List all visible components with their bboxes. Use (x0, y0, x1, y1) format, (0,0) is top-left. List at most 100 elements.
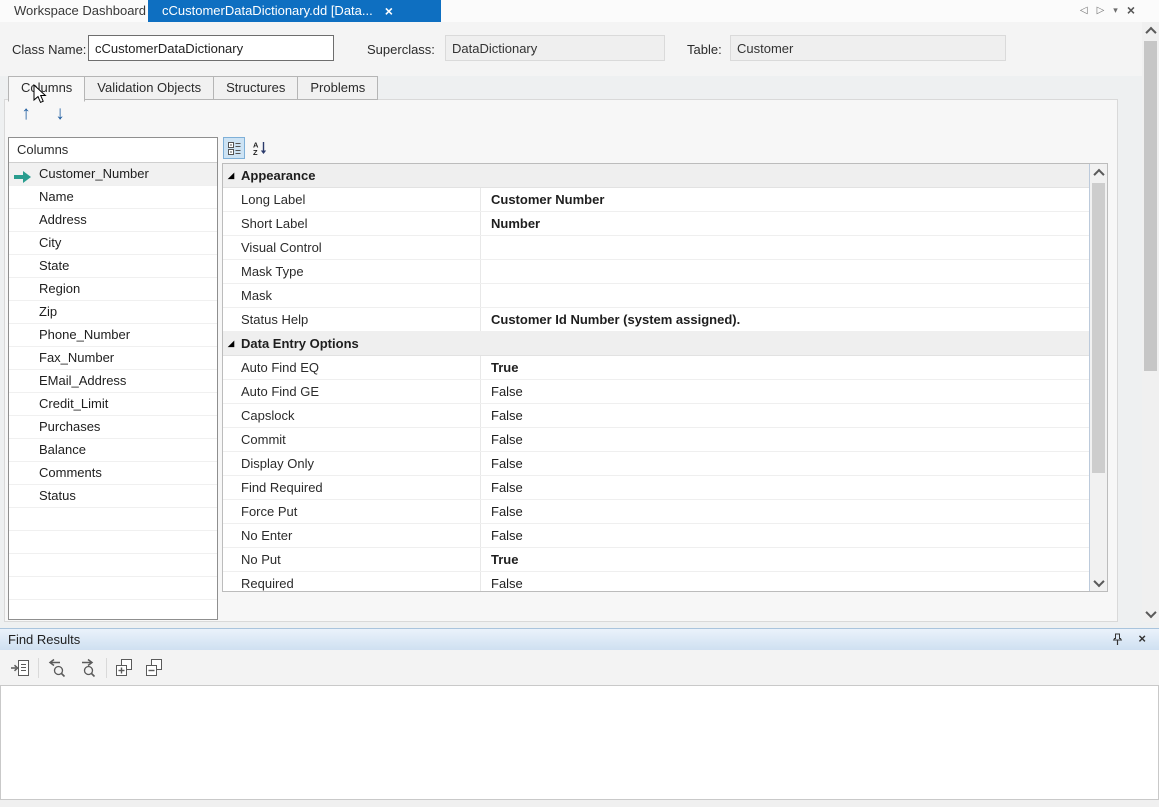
collapse-all-button[interactable] (142, 656, 166, 680)
property-value-mask-type[interactable] (481, 260, 1090, 283)
column-item-fax_number[interactable]: Fax_Number (9, 347, 217, 370)
property-label: No Put (223, 548, 481, 571)
property-row-commit[interactable]: CommitFalse (223, 428, 1090, 452)
scrollbar-thumb[interactable] (1092, 183, 1105, 473)
property-value-auto-find-eq[interactable]: True (481, 356, 1090, 379)
column-item-comments[interactable]: Comments (9, 462, 217, 485)
property-value-capslock[interactable]: False (481, 404, 1090, 427)
scroll-down-icon[interactable] (1090, 574, 1107, 591)
property-value-find-required[interactable]: False (481, 476, 1090, 499)
category-collapse-icon[interactable]: ◢ (228, 171, 240, 180)
property-row-no-put[interactable]: No PutTrue (223, 548, 1090, 572)
property-row-required[interactable]: RequiredFalse (223, 572, 1090, 592)
property-value-mask[interactable] (481, 284, 1090, 307)
categorized-view-button[interactable] (223, 137, 245, 159)
main-scroll-up-icon[interactable] (1142, 22, 1159, 39)
property-value-required[interactable]: False (481, 572, 1090, 592)
category-data-entry-options[interactable]: ◢Data Entry Options (223, 332, 1090, 356)
property-label: Display Only (223, 452, 481, 475)
property-label: Commit (223, 428, 481, 451)
property-value-long-label[interactable]: Customer Number (481, 188, 1090, 211)
property-row-find-required[interactable]: Find RequiredFalse (223, 476, 1090, 500)
column-item-credit_limit[interactable]: Credit_Limit (9, 393, 217, 416)
document-tab-bar: Workspace Dashboard cCustomerDataDiction… (0, 0, 1159, 22)
property-row-long-label[interactable]: Long LabelCustomer Number (223, 188, 1090, 212)
property-label: Find Required (223, 476, 481, 499)
column-item-label: Zip (39, 304, 57, 319)
expand-all-icon (113, 657, 135, 679)
tab-validation-objects[interactable]: Validation Objects (84, 76, 214, 100)
category-appearance[interactable]: ◢Appearance (223, 164, 1090, 188)
column-item-city[interactable]: City (9, 232, 217, 255)
column-item-name[interactable]: Name (9, 186, 217, 209)
property-row-capslock[interactable]: CapslockFalse (223, 404, 1090, 428)
tab-structures[interactable]: Structures (213, 76, 298, 100)
nav-back-icon[interactable]: ◁ (1080, 5, 1088, 16)
document-close-icon[interactable]: × (1127, 2, 1135, 18)
collapse-all-icon (143, 657, 165, 679)
column-item-zip[interactable]: Zip (9, 301, 217, 324)
property-value-auto-find-ge[interactable]: False (481, 380, 1090, 403)
property-grid-scrollbar[interactable] (1089, 164, 1107, 591)
main-scrollbar[interactable] (1142, 22, 1159, 622)
column-item-address[interactable]: Address (9, 209, 217, 232)
column-item-customer_number[interactable]: Customer_Number (9, 163, 217, 186)
previous-result-button[interactable] (44, 656, 68, 680)
nav-forward-icon[interactable]: ▷ (1097, 5, 1105, 16)
property-row-auto-find-ge[interactable]: Auto Find GEFalse (223, 380, 1090, 404)
pin-icon[interactable] (1112, 633, 1123, 649)
column-empty-row[interactable] (9, 577, 217, 600)
tab-list-dropdown-icon[interactable]: ▾ (1113, 5, 1118, 16)
goto-source-button[interactable] (8, 656, 32, 680)
property-row-short-label[interactable]: Short LabelNumber (223, 212, 1090, 236)
column-empty-row[interactable] (9, 531, 217, 554)
column-item-phone_number[interactable]: Phone_Number (9, 324, 217, 347)
goto-source-icon (10, 658, 31, 679)
property-row-display-only[interactable]: Display OnlyFalse (223, 452, 1090, 476)
column-item-region[interactable]: Region (9, 278, 217, 301)
column-empty-row[interactable] (9, 554, 217, 577)
property-row-visual-control[interactable]: Visual Control (223, 236, 1090, 260)
property-value-commit[interactable]: False (481, 428, 1090, 451)
find-results-close-icon[interactable]: × (1138, 631, 1146, 646)
property-label: Auto Find GE (223, 380, 481, 403)
property-value-no-enter[interactable]: False (481, 524, 1090, 547)
property-row-status-help[interactable]: Status HelpCustomer Id Number (system as… (223, 308, 1090, 332)
property-value-visual-control[interactable] (481, 236, 1090, 259)
superclass-label: Superclass: (367, 42, 435, 57)
property-value-short-label[interactable]: Number (481, 212, 1090, 235)
column-item-email_address[interactable]: EMail_Address (9, 370, 217, 393)
tab-workspace-dashboard[interactable]: Workspace Dashboard (0, 0, 160, 22)
class-name-input[interactable] (88, 35, 334, 61)
column-item-state[interactable]: State (9, 255, 217, 278)
column-item-balance[interactable]: Balance (9, 439, 217, 462)
tab-customer-data-dictionary[interactable]: cCustomerDataDictionary.dd [Data... × (148, 0, 441, 22)
main-scroll-down-icon[interactable] (1142, 605, 1159, 622)
scroll-up-icon[interactable] (1090, 164, 1107, 181)
column-empty-row[interactable] (9, 600, 217, 620)
tab-problems[interactable]: Problems (297, 76, 378, 100)
property-row-mask-type[interactable]: Mask Type (223, 260, 1090, 284)
property-row-no-enter[interactable]: No EnterFalse (223, 524, 1090, 548)
next-result-button[interactable] (74, 656, 98, 680)
column-empty-row[interactable] (9, 508, 217, 531)
property-row-force-put[interactable]: Force PutFalse (223, 500, 1090, 524)
move-column-up-button[interactable]: ↑ (14, 103, 38, 129)
property-row-mask[interactable]: Mask (223, 284, 1090, 308)
main-scrollbar-thumb[interactable] (1144, 41, 1157, 371)
property-value-display-only[interactable]: False (481, 452, 1090, 475)
column-item-purchases[interactable]: Purchases (9, 416, 217, 439)
property-row-auto-find-eq[interactable]: Auto Find EQTrue (223, 356, 1090, 380)
alphabetical-sort-button[interactable]: A Z (249, 137, 271, 159)
column-item-status[interactable]: Status (9, 485, 217, 508)
property-value-force-put[interactable]: False (481, 500, 1090, 523)
column-item-label: EMail_Address (39, 373, 126, 388)
find-results-header[interactable]: Find Results × (0, 628, 1159, 650)
find-results-content[interactable] (0, 685, 1159, 800)
move-column-down-button[interactable]: ↓ (48, 103, 72, 129)
property-value-status-help[interactable]: Customer Id Number (system assigned). (481, 308, 1090, 331)
category-collapse-icon[interactable]: ◢ (228, 339, 240, 348)
tab-close-icon[interactable]: × (385, 0, 393, 22)
property-value-no-put[interactable]: True (481, 548, 1090, 571)
expand-all-button[interactable] (112, 656, 136, 680)
